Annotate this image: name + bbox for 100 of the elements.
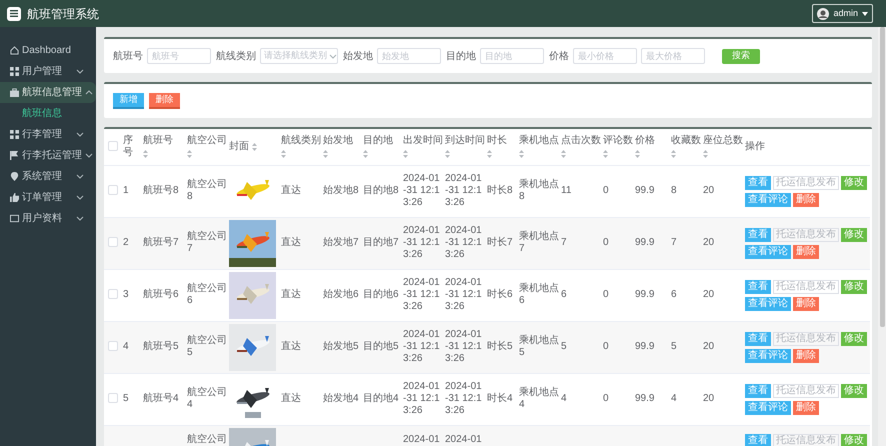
comments-button[interactable]: 查看评论	[745, 348, 791, 362]
filter-label: 价格	[549, 50, 569, 64]
view-button[interactable]: 查看	[745, 228, 771, 242]
sort-icon[interactable]	[487, 150, 492, 158]
search-button[interactable]: 搜索	[722, 48, 760, 64]
user-menu-button[interactable]: admin	[812, 4, 873, 23]
table-cell: 时长8	[487, 185, 513, 196]
column-header: 收藏数	[671, 135, 701, 148]
sort-icon[interactable]	[561, 150, 566, 158]
comments-button[interactable]: 查看评论	[745, 244, 791, 258]
sidebar-item[interactable]: 行李管理	[0, 124, 96, 145]
checkbox[interactable]	[108, 393, 118, 403]
sort-icon[interactable]	[603, 150, 608, 158]
text-field[interactable]: 航班号	[147, 48, 211, 64]
checkbox[interactable]	[108, 185, 118, 195]
avatar-icon	[817, 8, 830, 20]
text-field[interactable]: 托运信息发布	[773, 434, 839, 446]
view-button[interactable]: 查看	[745, 332, 771, 346]
sort-icon[interactable]	[281, 150, 286, 158]
sort-icon[interactable]	[187, 150, 192, 158]
checkbox[interactable]	[108, 341, 118, 351]
table-cell: 航空公司	[187, 434, 227, 444]
column-header: 始发地	[323, 135, 353, 148]
text-field[interactable]: 最大价格	[641, 48, 705, 64]
table-cell: 目的地7	[363, 237, 399, 248]
table-cell: 直达	[281, 237, 301, 248]
view-button[interactable]: 查看	[745, 384, 771, 398]
table-cell: 7	[561, 237, 567, 248]
text-field[interactable]: 始发地	[377, 48, 441, 64]
table-cell: 99.9	[635, 185, 654, 196]
sidebar-item[interactable]: 系统管理	[0, 166, 96, 187]
text-field[interactable]: 托运信息发布	[773, 384, 839, 398]
text-field[interactable]: 托运信息发布	[773, 176, 839, 190]
text-field[interactable]: 托运信息发布	[773, 332, 839, 346]
sort-icon[interactable]	[703, 150, 708, 158]
table-cell: 3	[123, 289, 129, 300]
edit-button[interactable]: 修改	[841, 384, 867, 398]
checkbox[interactable]	[108, 237, 118, 247]
sidebar-subitem[interactable]: 航班信息	[0, 103, 96, 124]
filter-label: 航班号	[113, 50, 143, 64]
table-cell: 目的地4	[363, 393, 399, 404]
sidebar-item[interactable]: 行李托运管理	[0, 145, 96, 166]
table-cell: 航空公司6	[187, 283, 227, 306]
sort-icon[interactable]	[671, 150, 676, 158]
delete-button[interactable]: 删除	[793, 296, 819, 310]
scrollbar[interactable]	[878, 27, 886, 446]
sidebar-item[interactable]: 用户管理	[0, 61, 96, 82]
sort-icon[interactable]	[519, 150, 524, 158]
table-cell: 乘机地点8	[519, 179, 559, 202]
sidebar-item[interactable]: 用户资料	[0, 208, 96, 229]
table-cell: 始发地5	[323, 341, 359, 352]
view-button[interactable]: 查看	[745, 176, 771, 190]
sort-icon[interactable]	[445, 150, 450, 158]
comments-button[interactable]: 查看评论	[745, 400, 791, 414]
text-field[interactable]: 托运信息发布	[773, 280, 839, 294]
delete-button[interactable]: 删除	[793, 400, 819, 414]
delete-button[interactable]: 删除	[793, 192, 819, 206]
table-cell: 7	[671, 237, 677, 248]
view-button[interactable]: 查看	[745, 434, 771, 446]
menu-icon	[10, 10, 18, 17]
edit-button[interactable]: 修改	[841, 332, 867, 346]
checkbox[interactable]	[108, 289, 118, 299]
table-cell: 始发地4	[323, 393, 359, 404]
delete-button[interactable]: 删除	[149, 93, 180, 109]
table-cell: 航班号7	[143, 237, 179, 248]
view-button[interactable]: 查看	[745, 280, 771, 294]
table-cell: 4	[123, 341, 129, 352]
text-field[interactable]: 托运信息发布	[773, 228, 839, 242]
table-cell: 99.9	[635, 289, 654, 300]
delete-button[interactable]: 删除	[793, 348, 819, 362]
comments-button[interactable]: 查看评论	[745, 192, 791, 206]
edit-button[interactable]: 修改	[841, 228, 867, 242]
text-field[interactable]: 最小价格	[573, 48, 637, 64]
chevron-down-icon	[76, 216, 84, 221]
edit-button[interactable]: 修改	[841, 280, 867, 294]
comments-button[interactable]: 查看评论	[745, 296, 791, 310]
sort-icon[interactable]	[403, 150, 408, 158]
table-cell: 4	[671, 393, 677, 404]
delete-button[interactable]: 删除	[793, 244, 819, 258]
sidebar-item[interactable]: Dashboard	[0, 40, 96, 61]
text-field[interactable]: 目的地	[480, 48, 544, 64]
sort-icon[interactable]	[143, 150, 148, 158]
table-cell: 8	[671, 185, 677, 196]
column-header: 航空公司	[187, 135, 227, 148]
add-button[interactable]: 新增	[113, 93, 144, 109]
menu-button[interactable]	[7, 6, 21, 20]
sort-icon[interactable]	[252, 142, 257, 151]
sidebar-item[interactable]: 航班信息管理	[0, 82, 96, 103]
sort-icon[interactable]	[363, 150, 368, 158]
table-cell: 乘机地点6	[519, 283, 559, 306]
table-cell: 航空公司5	[187, 335, 227, 358]
edit-button[interactable]: 修改	[841, 176, 867, 190]
sidebar-item[interactable]: 订单管理	[0, 187, 96, 208]
edit-button[interactable]: 修改	[841, 434, 867, 446]
flag-icon	[10, 151, 19, 160]
select-field[interactable]: 请选择航线类别	[260, 48, 338, 64]
sort-icon[interactable]	[323, 150, 328, 158]
filter-label: 目的地	[446, 50, 476, 64]
sort-icon[interactable]	[635, 150, 640, 158]
checkbox[interactable]	[108, 140, 118, 151]
